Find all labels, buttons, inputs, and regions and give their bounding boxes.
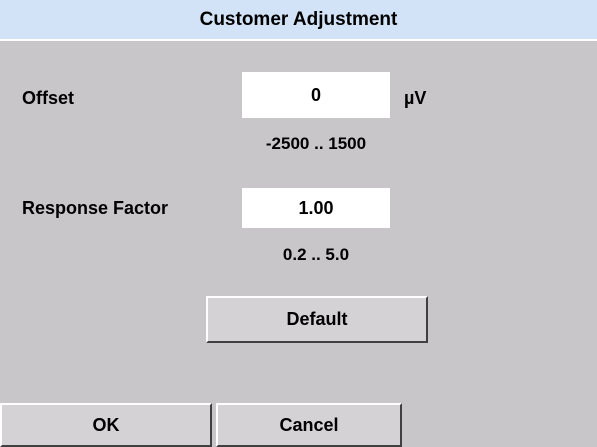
offset-input[interactable]: 0 xyxy=(242,72,390,118)
default-button[interactable]: Default xyxy=(206,296,428,343)
offset-label: Offset xyxy=(22,88,75,108)
offset-unit: µV xyxy=(404,88,427,108)
ok-button[interactable]: OK xyxy=(0,403,212,447)
cancel-button[interactable]: Cancel xyxy=(216,403,402,447)
response-factor-range: 0.2 .. 5.0 xyxy=(282,245,350,264)
dialog-title: Customer Adjustment xyxy=(0,0,597,41)
response-factor-label: Response Factor xyxy=(22,198,169,218)
response-factor-input[interactable]: 1.00 xyxy=(242,188,390,228)
offset-range: -2500 .. 1500 xyxy=(265,134,367,153)
